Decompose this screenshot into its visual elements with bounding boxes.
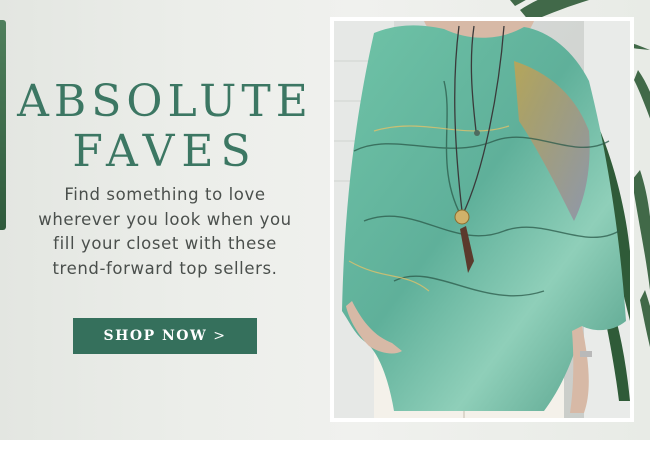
headline-line-2: FAVES [72, 126, 258, 177]
shop-now-button[interactable]: SHOP NOW > [73, 318, 257, 354]
page-title: ABSOLUTE FAVES [0, 78, 330, 176]
product-photo[interactable] [334, 21, 630, 418]
product-photo-frame[interactable] [330, 17, 634, 422]
headline-line-1: ABSOLUTE [17, 76, 313, 127]
promo-description: Find something to love wherever you look… [38, 185, 292, 278]
hero-banner: ABSOLUTE FAVES Find something to love wh… [0, 0, 650, 440]
shop-now-label: SHOP NOW [103, 328, 208, 344]
chevron-right-icon: > [213, 328, 227, 344]
